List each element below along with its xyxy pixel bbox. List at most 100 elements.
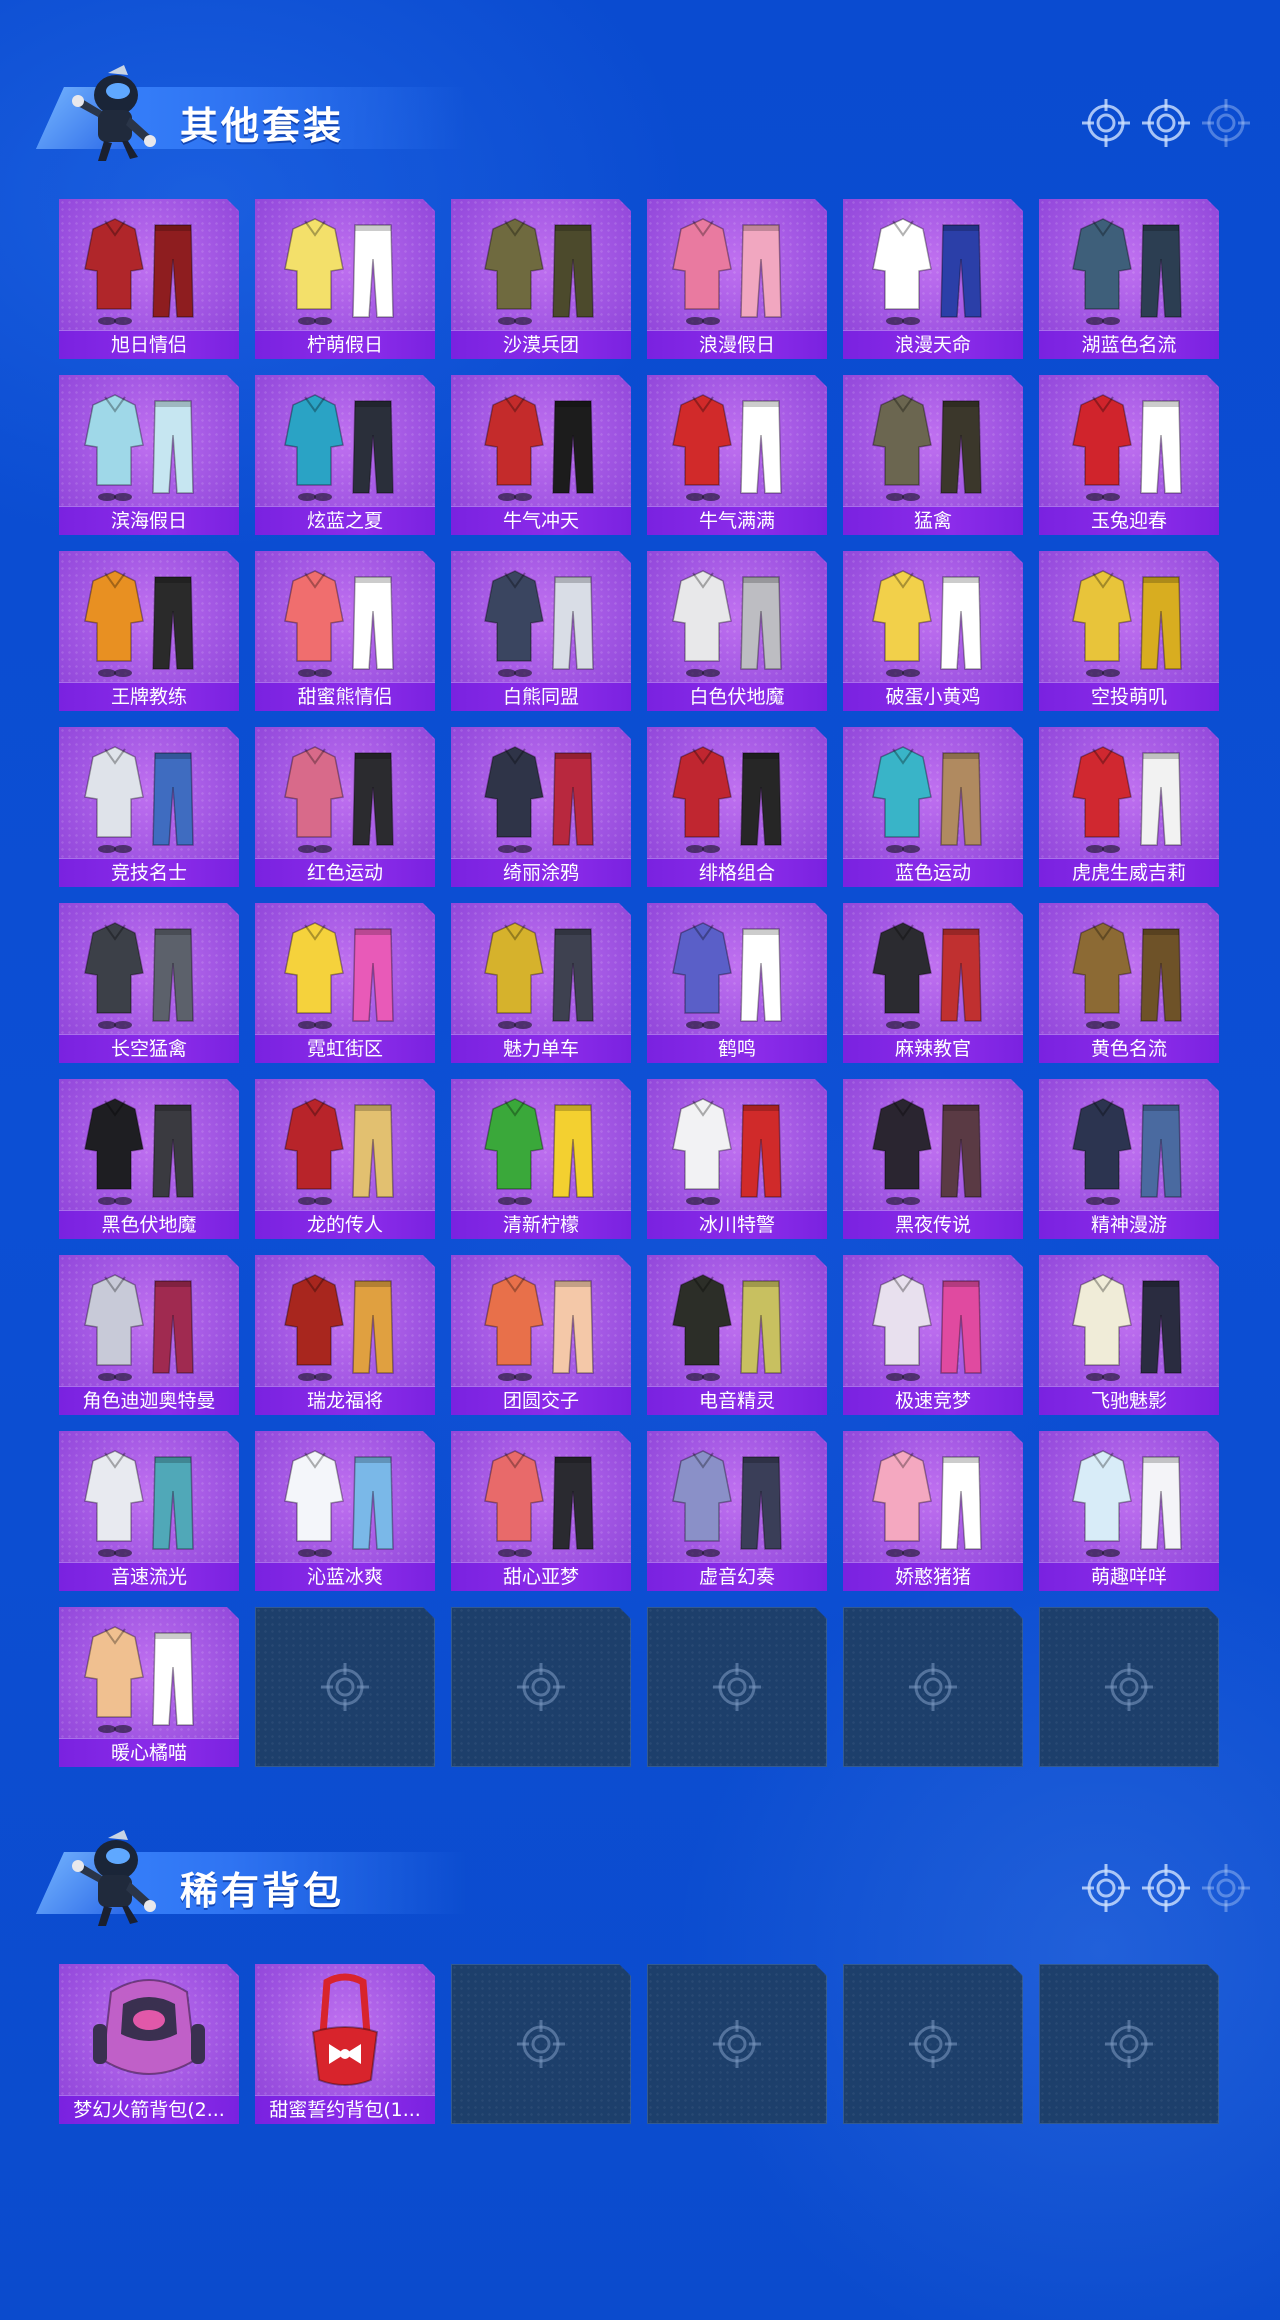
item-card[interactable]: 红色运动 xyxy=(255,727,435,887)
outfit-image xyxy=(484,1098,594,1205)
outfit-image xyxy=(484,746,594,853)
item-name: 虚音幻奏 xyxy=(647,1562,827,1591)
item-card[interactable]: 浪漫天命 xyxy=(843,199,1023,359)
item-card[interactable]: 滨海假日 xyxy=(59,375,239,535)
item-card[interactable]: 飞驰魅影 xyxy=(1039,1255,1219,1415)
item-card[interactable]: 魅力单车 xyxy=(451,903,631,1063)
item-name: 猛禽 xyxy=(843,506,1023,535)
outfit-image xyxy=(84,746,194,853)
empty-slot xyxy=(843,1964,1023,2124)
outfit-image xyxy=(284,746,394,853)
crosshair-icon xyxy=(1140,97,1192,149)
item-card[interactable]: 猛禽 xyxy=(843,375,1023,535)
item-card[interactable]: 沙漠兵团 xyxy=(451,199,631,359)
item-name: 娇憨猪猪 xyxy=(843,1562,1023,1591)
item-name: 麻辣教官 xyxy=(843,1034,1023,1063)
item-name: 柠萌假日 xyxy=(255,330,435,359)
item-card[interactable]: 湖蓝色名流 xyxy=(1039,199,1219,359)
item-card[interactable]: 牛气冲天 xyxy=(451,375,631,535)
outfit-image xyxy=(672,1450,782,1557)
item-name: 滨海假日 xyxy=(59,506,239,535)
item-card[interactable]: 电音精灵 xyxy=(647,1255,827,1415)
item-card[interactable]: 龙的传人 xyxy=(255,1079,435,1239)
item-name: 竞技名士 xyxy=(59,858,239,887)
item-card[interactable]: 浪漫假日 xyxy=(647,199,827,359)
item-name: 精神漫游 xyxy=(1039,1210,1219,1239)
outfit-image xyxy=(672,570,782,677)
item-card[interactable]: 长空猛禽 xyxy=(59,903,239,1063)
item-name: 浪漫天命 xyxy=(843,330,1023,359)
item-card[interactable]: 甜蜜熊情侣 xyxy=(255,551,435,711)
item-card[interactable]: 柠萌假日 xyxy=(255,199,435,359)
crosshair-icon xyxy=(1080,97,1132,149)
crosshair-icon xyxy=(907,2018,959,2070)
item-name: 黑夜传说 xyxy=(843,1210,1023,1239)
item-card[interactable]: 沁蓝冰爽 xyxy=(255,1431,435,1591)
item-card[interactable]: 梦幻火箭背包(2... xyxy=(59,1964,239,2124)
item-name: 梦幻火箭背包(2... xyxy=(59,2095,239,2124)
item-card[interactable]: 虚音幻奏 xyxy=(647,1431,827,1591)
item-card[interactable]: 蓝色运动 xyxy=(843,727,1023,887)
item-card[interactable]: 绯格组合 xyxy=(647,727,827,887)
item-name: 炫蓝之夏 xyxy=(255,506,435,535)
item-card[interactable]: 空投萌叽 xyxy=(1039,551,1219,711)
item-card[interactable]: 甜心亚梦 xyxy=(451,1431,631,1591)
item-name: 霓虹街区 xyxy=(255,1034,435,1063)
crosshair-icon xyxy=(319,1661,371,1713)
item-card[interactable]: 白熊同盟 xyxy=(451,551,631,711)
item-card[interactable]: 鹤鸣 xyxy=(647,903,827,1063)
item-card[interactable]: 瑞龙福将 xyxy=(255,1255,435,1415)
item-card[interactable]: 黑色伏地魔 xyxy=(59,1079,239,1239)
outfit-image xyxy=(284,1450,394,1557)
item-name: 沁蓝冰爽 xyxy=(255,1562,435,1591)
item-card[interactable]: 团圆交子 xyxy=(451,1255,631,1415)
item-card[interactable]: 清新柠檬 xyxy=(451,1079,631,1239)
outfit-image xyxy=(672,1098,782,1205)
item-card[interactable]: 炫蓝之夏 xyxy=(255,375,435,535)
item-name: 团圆交子 xyxy=(451,1386,631,1415)
item-card[interactable]: 麻辣教官 xyxy=(843,903,1023,1063)
item-card[interactable]: 霓虹街区 xyxy=(255,903,435,1063)
item-card[interactable]: 破蛋小黄鸡 xyxy=(843,551,1023,711)
item-name: 沙漠兵团 xyxy=(451,330,631,359)
empty-slot xyxy=(255,1607,435,1767)
item-card[interactable]: 精神漫游 xyxy=(1039,1079,1219,1239)
item-card[interactable]: 角色迪迦奥特曼 xyxy=(59,1255,239,1415)
item-card[interactable]: 虎虎生威吉莉 xyxy=(1039,727,1219,887)
item-name: 王牌教练 xyxy=(59,682,239,711)
item-card[interactable]: 绮丽涂鸦 xyxy=(451,727,631,887)
item-card[interactable]: 旭日情侣 xyxy=(59,199,239,359)
item-card[interactable]: 娇憨猪猪 xyxy=(843,1431,1023,1591)
crosshair-icon xyxy=(1103,2018,1155,2070)
outfit-image xyxy=(1072,570,1182,677)
outfit-image xyxy=(84,1098,194,1205)
item-card[interactable]: 黑夜传说 xyxy=(843,1079,1023,1239)
item-card[interactable]: 王牌教练 xyxy=(59,551,239,711)
empty-slot xyxy=(1039,1607,1219,1767)
item-name: 音速流光 xyxy=(59,1562,239,1591)
outfit-image xyxy=(484,922,594,1029)
outfit-image xyxy=(872,1450,982,1557)
outfit-image xyxy=(484,218,594,325)
item-name: 白色伏地魔 xyxy=(647,682,827,711)
item-card[interactable]: 冰川特警 xyxy=(647,1079,827,1239)
item-card[interactable]: 竞技名士 xyxy=(59,727,239,887)
item-card[interactable]: 黄色名流 xyxy=(1039,903,1219,1063)
header-decoration xyxy=(1080,97,1250,157)
empty-slot xyxy=(451,1964,631,2124)
item-card[interactable]: 甜蜜誓约背包(1... xyxy=(255,1964,435,2124)
item-name: 虎虎生威吉莉 xyxy=(1039,858,1219,887)
crosshair-icon xyxy=(1140,1862,1192,1914)
outfit-image xyxy=(284,922,394,1029)
outfit-image xyxy=(1072,218,1182,325)
item-card[interactable]: 玉兔迎春 xyxy=(1039,375,1219,535)
item-card[interactable]: 白色伏地魔 xyxy=(647,551,827,711)
outfit-image xyxy=(1072,1450,1182,1557)
item-name: 浪漫假日 xyxy=(647,330,827,359)
item-card[interactable]: 暖心橘喵 xyxy=(59,1607,239,1767)
item-card[interactable]: 音速流光 xyxy=(59,1431,239,1591)
item-card[interactable]: 牛气满满 xyxy=(647,375,827,535)
item-name: 黄色名流 xyxy=(1039,1034,1219,1063)
item-card[interactable]: 萌趣咩咩 xyxy=(1039,1431,1219,1591)
item-card[interactable]: 极速竞梦 xyxy=(843,1255,1023,1415)
